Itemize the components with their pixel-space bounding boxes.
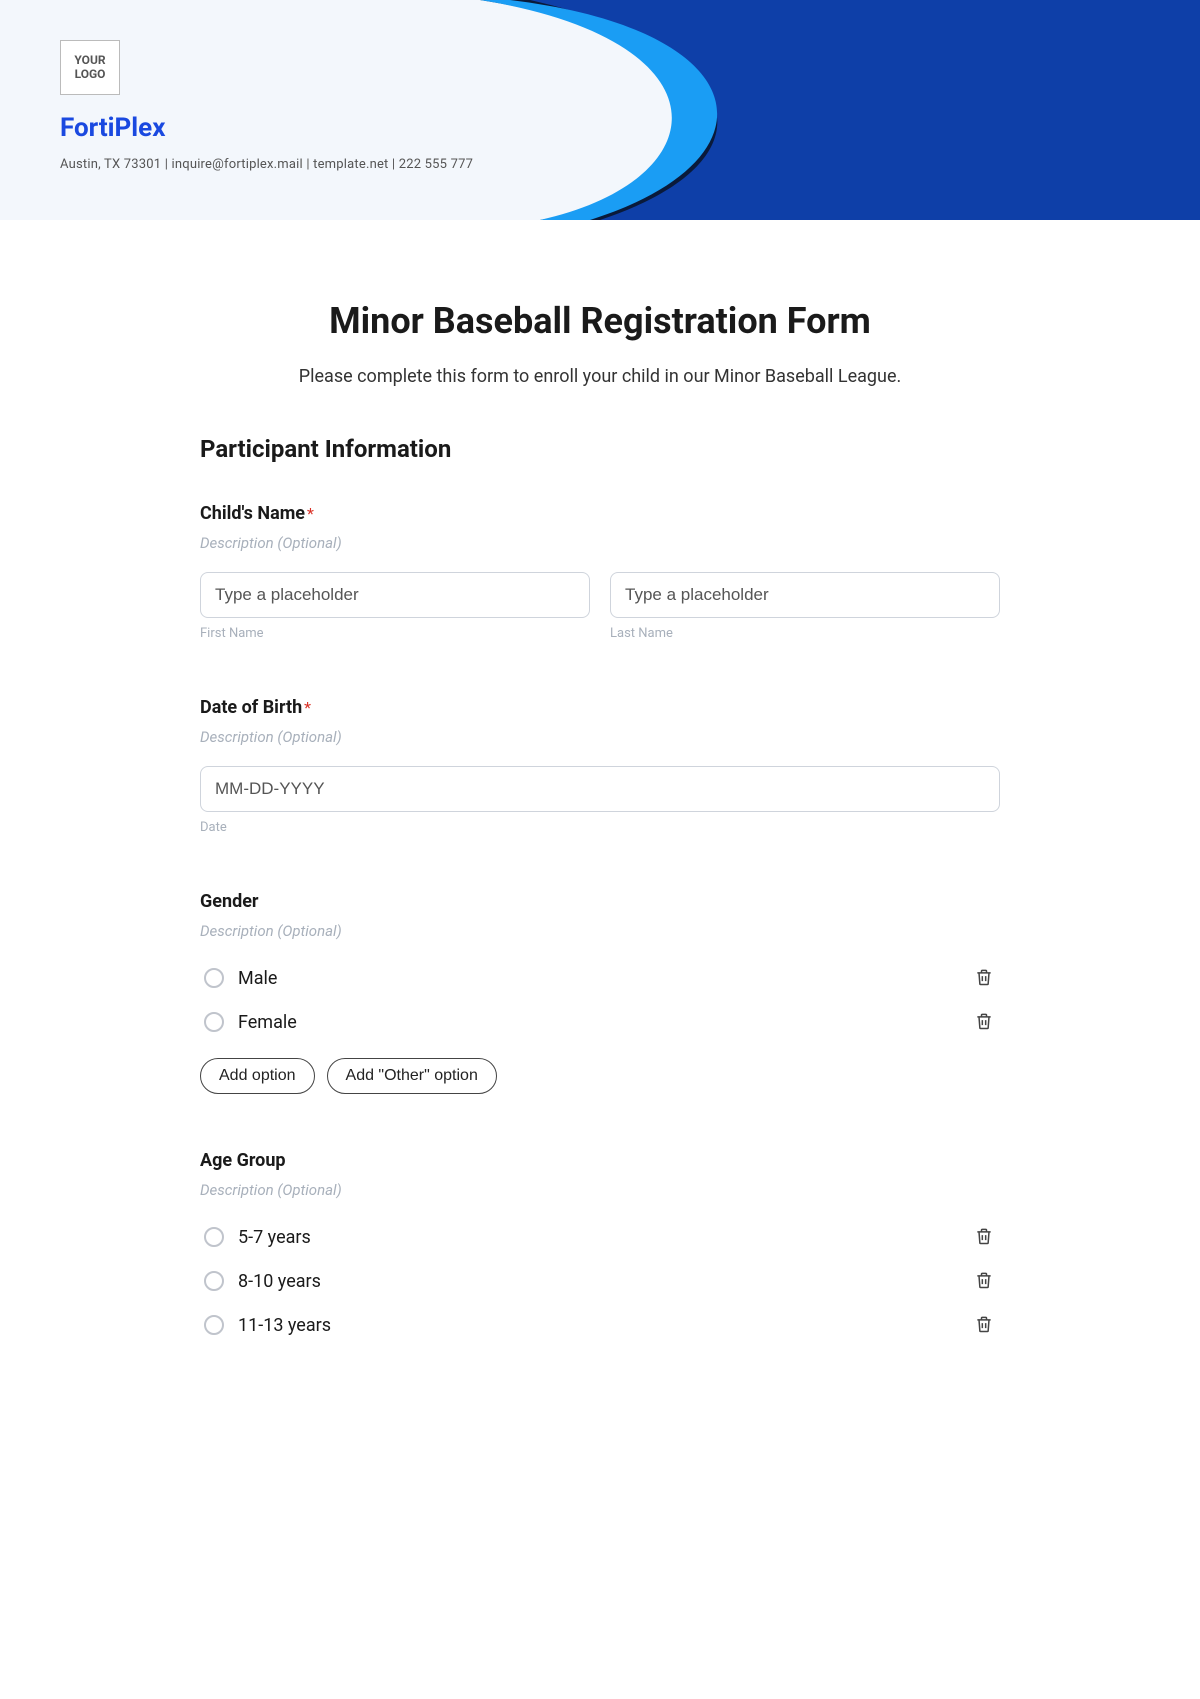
age-option-label: 11-13 years (238, 1315, 331, 1336)
age-option-5-7[interactable]: 5-7 years (200, 1215, 1000, 1259)
delete-option-button[interactable] (972, 1225, 996, 1249)
gender-option-label: Female (238, 1012, 297, 1033)
dob-label: Date of Birth (200, 697, 302, 718)
gender-option-female[interactable]: Female (200, 1000, 1000, 1044)
age-option-label: 5-7 years (238, 1227, 311, 1248)
header-swoosh-graphic (480, 0, 1200, 220)
last-name-sublabel: Last Name (610, 626, 1000, 641)
field-dob: Date of Birth* Description (Optional) Da… (200, 697, 1000, 835)
trash-icon (974, 1226, 994, 1246)
radio-icon (204, 1012, 224, 1032)
add-other-option-button[interactable]: Add "Other" option (327, 1058, 497, 1094)
trash-icon (974, 1011, 994, 1031)
form-subtitle: Please complete this form to enroll your… (200, 366, 1000, 387)
field-gender: Gender Description (Optional) Male Femal… (200, 891, 1000, 1094)
radio-icon (204, 1227, 224, 1247)
required-asterisk: * (304, 698, 311, 717)
age-group-desc[interactable]: Description (Optional) (200, 1181, 1000, 1199)
section-participant-info: Participant Information (200, 435, 1000, 463)
gender-desc[interactable]: Description (Optional) (200, 922, 1000, 940)
delete-option-button[interactable] (972, 966, 996, 990)
age-option-8-10[interactable]: 8-10 years (200, 1259, 1000, 1303)
gender-option-male[interactable]: Male (200, 956, 1000, 1000)
contact-line: Austin, TX 73301 | inquire@fortiplex.mai… (60, 157, 473, 172)
form-title: Minor Baseball Registration Form (200, 300, 1000, 342)
radio-icon (204, 968, 224, 988)
radio-icon (204, 1315, 224, 1335)
radio-icon (204, 1271, 224, 1291)
first-name-input[interactable] (200, 572, 590, 618)
add-option-button[interactable]: Add option (200, 1058, 315, 1094)
required-asterisk: * (307, 504, 314, 523)
field-age-group: Age Group Description (Optional) 5-7 yea… (200, 1150, 1000, 1347)
child-name-label: Child's Name (200, 503, 305, 524)
gender-label: Gender (200, 891, 1000, 912)
trash-icon (974, 1314, 994, 1334)
delete-option-button[interactable] (972, 1010, 996, 1034)
last-name-input[interactable] (610, 572, 1000, 618)
field-child-name: Child's Name* Description (Optional) Fir… (200, 503, 1000, 641)
trash-icon (974, 1270, 994, 1290)
dob-input[interactable] (200, 766, 1000, 812)
logo-placeholder: YOUR LOGO (60, 40, 120, 95)
age-option-11-13[interactable]: 11-13 years (200, 1303, 1000, 1347)
age-option-label: 8-10 years (238, 1271, 321, 1292)
header-band: YOUR LOGO FortiPlex Austin, TX 73301 | i… (0, 0, 1200, 220)
brand-name: FortiPlex (60, 113, 473, 143)
dob-sublabel: Date (200, 820, 1000, 835)
first-name-sublabel: First Name (200, 626, 590, 641)
delete-option-button[interactable] (972, 1313, 996, 1337)
gender-option-label: Male (238, 968, 277, 989)
child-name-desc[interactable]: Description (Optional) (200, 534, 1000, 552)
age-group-label: Age Group (200, 1150, 1000, 1171)
trash-icon (974, 967, 994, 987)
dob-desc[interactable]: Description (Optional) (200, 728, 1000, 746)
delete-option-button[interactable] (972, 1269, 996, 1293)
